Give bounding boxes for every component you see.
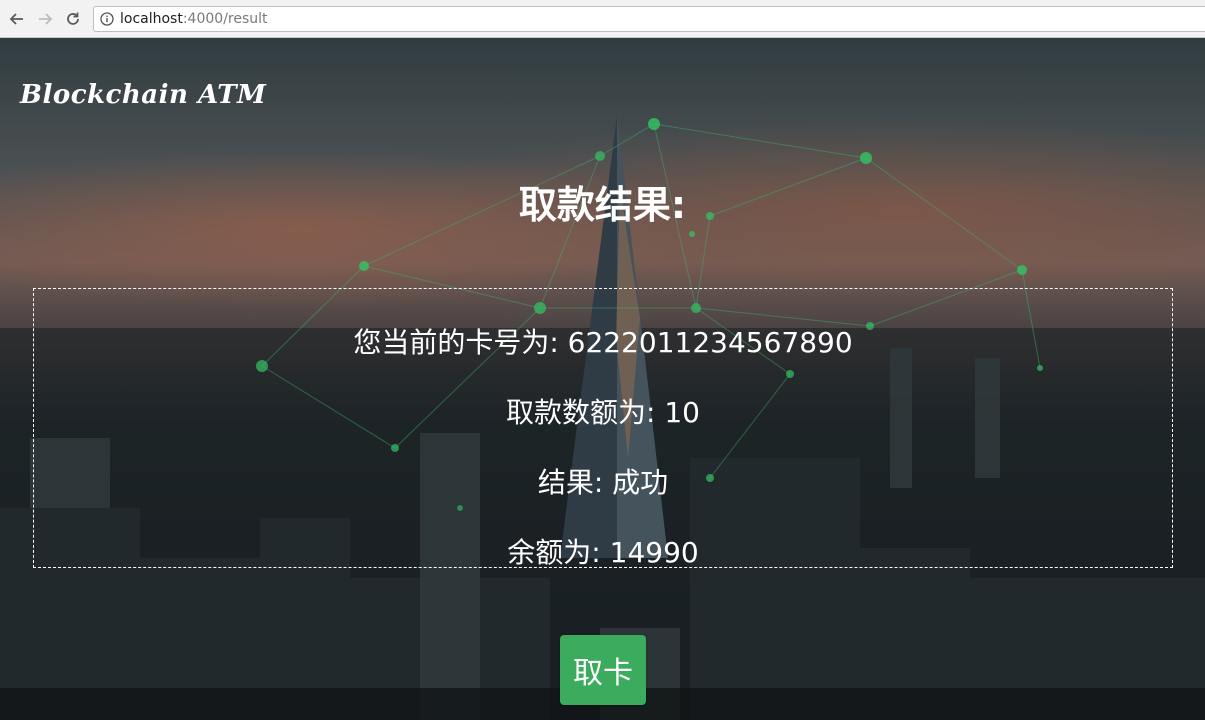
- status-line: 结果: 成功: [34, 461, 1172, 501]
- page-viewport: Blockchain ATM 取款结果: 您当前的卡号为: 6222011234…: [0, 38, 1205, 720]
- balance-label: 余额为:: [507, 536, 601, 569]
- result-panel: 您当前的卡号为: 6222011234567890 取款数额为: 10 结果: …: [33, 288, 1173, 571]
- amount-line: 取款数额为: 10: [34, 391, 1172, 431]
- balance-line: 余额为: 14990: [34, 531, 1172, 571]
- info-icon[interactable]: [100, 12, 114, 26]
- page-title: 取款结果:: [518, 183, 687, 227]
- status-label: 结果:: [537, 466, 604, 499]
- amount-value: 10: [664, 396, 700, 429]
- back-icon[interactable]: [6, 8, 28, 30]
- card-number-label: 您当前的卡号为:: [353, 326, 559, 359]
- url-host: localhost: [120, 11, 183, 27]
- amount-label: 取款数额为:: [506, 396, 656, 429]
- reload-icon[interactable]: [62, 8, 84, 30]
- forward-icon[interactable]: [34, 8, 56, 30]
- browser-toolbar: localhost:4000/result: [0, 0, 1205, 38]
- address-bar[interactable]: localhost:4000/result: [93, 6, 1205, 32]
- card-number-value: 6222011234567890: [567, 326, 853, 359]
- card-number-line: 您当前的卡号为: 6222011234567890: [34, 321, 1172, 361]
- take-card-button[interactable]: 取卡: [560, 635, 646, 705]
- url-text: localhost:4000/result: [120, 11, 268, 27]
- brand-logo[interactable]: Blockchain ATM: [20, 80, 266, 110]
- balance-value: 14990: [609, 536, 699, 569]
- url-path: :4000/result: [182, 11, 268, 27]
- status-value: 成功: [612, 466, 669, 499]
